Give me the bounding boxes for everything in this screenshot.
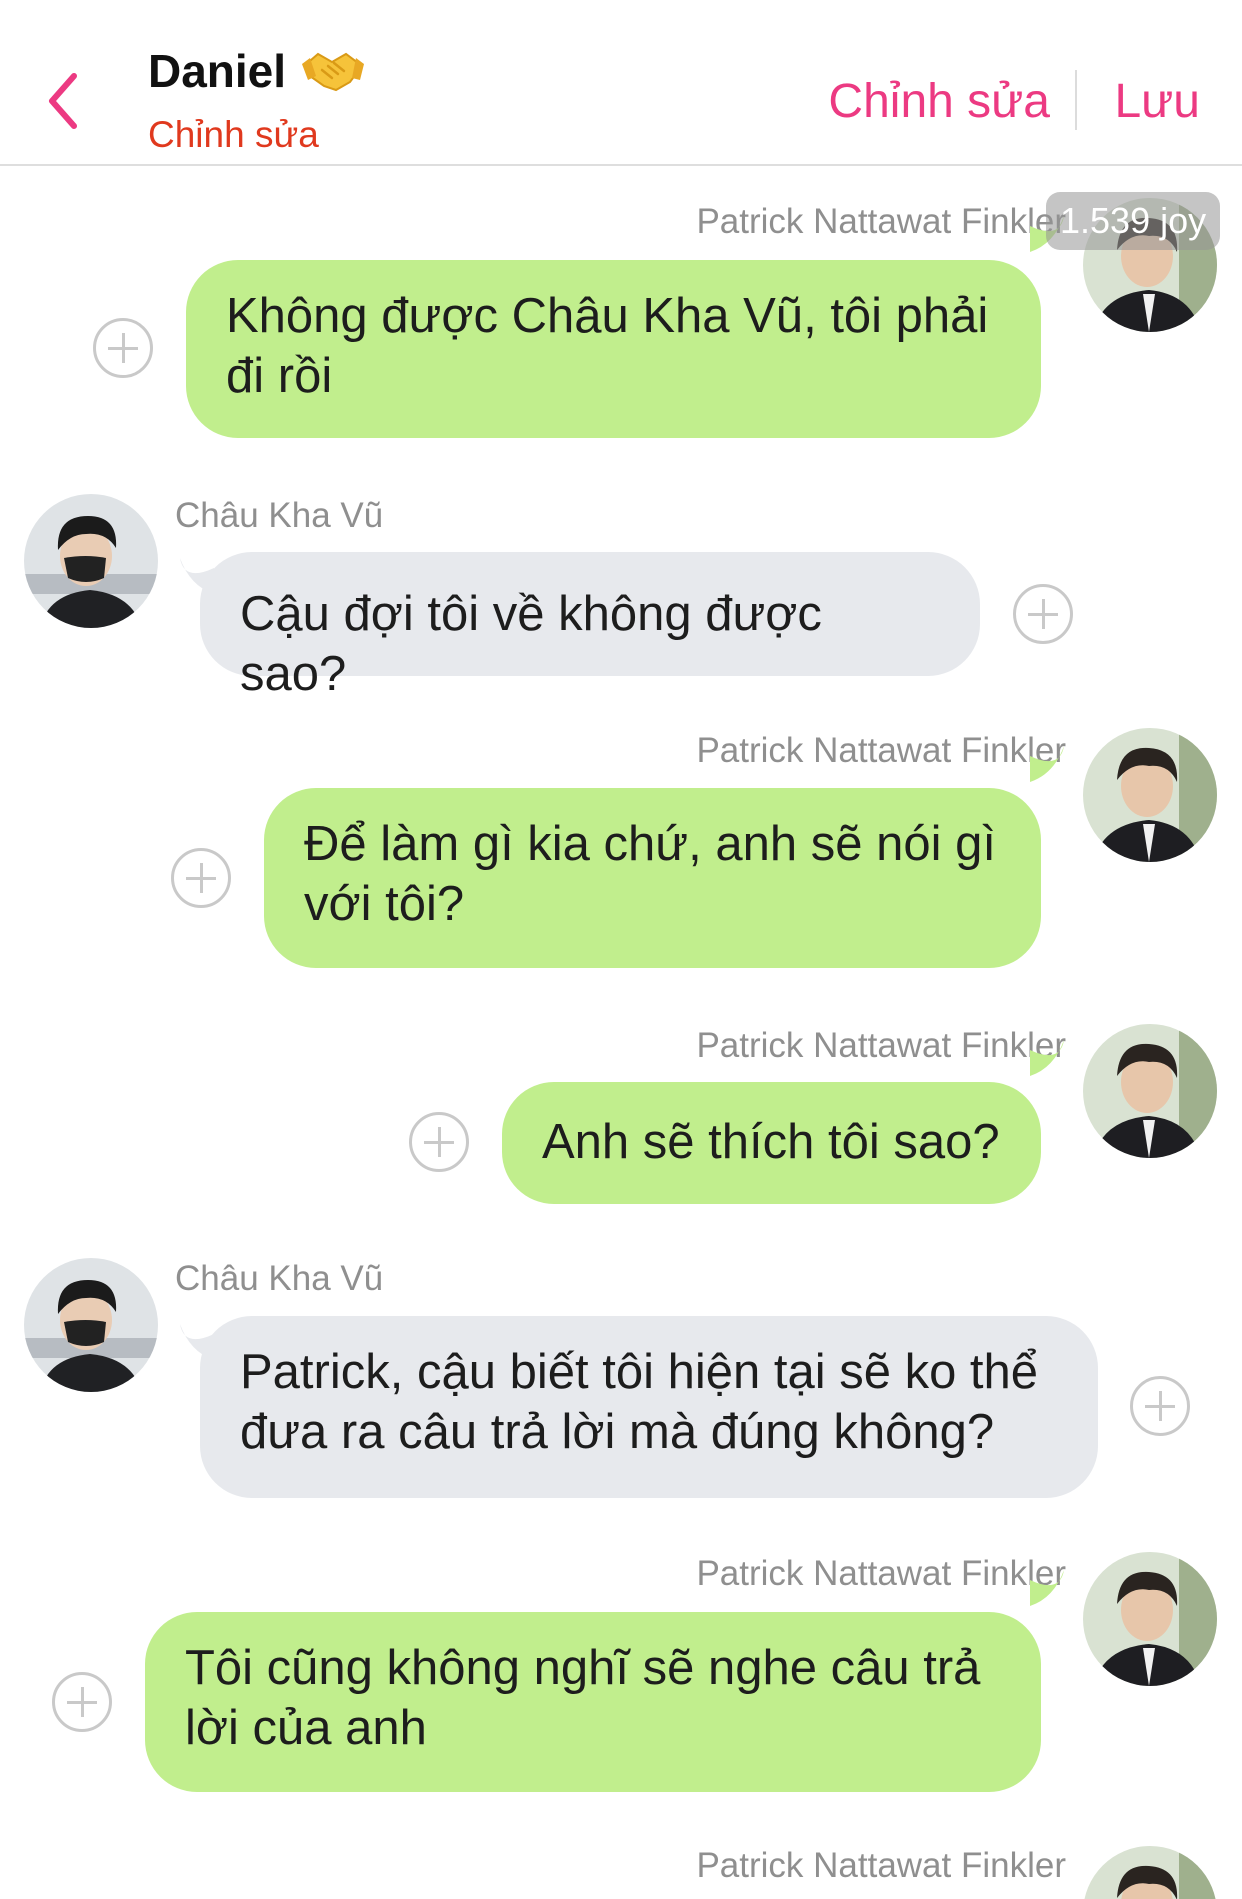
edit-button[interactable]: Chỉnh sửa	[828, 74, 1050, 129]
save-button[interactable]: Lưu	[1114, 74, 1200, 129]
avatar-chau-kha-vu[interactable]	[24, 494, 158, 628]
header-divider	[1075, 70, 1077, 130]
message-bubble-outgoing[interactable]: Tôi cũng không nghĩ sẽ nghe câu trả lời …	[145, 1612, 1041, 1792]
avatar-patrick[interactable]	[1083, 1552, 1217, 1686]
message-bubble-incoming[interactable]: Cậu đợi tôi về không được sao?	[200, 552, 980, 701]
handshake-emoji-icon	[302, 52, 365, 92]
add-reaction-plus-icon[interactable]	[93, 318, 153, 378]
sender-name: Patrick Nattawat Finkler	[696, 1026, 1066, 1065]
chat-title: Daniel	[148, 45, 287, 97]
bubble-tail	[1030, 746, 1068, 782]
chat-header: Daniel Chỉnh sửa Chỉnh sửa Lưu	[0, 0, 1242, 166]
add-reaction-plus-icon[interactable]	[409, 1112, 469, 1172]
sender-name: Patrick Nattawat Finkler	[696, 731, 1066, 770]
add-reaction-plus-icon[interactable]	[171, 848, 231, 908]
message-feed[interactable]: 1.539 joy Patrick Nattawat Finkler Không…	[0, 166, 1242, 1899]
message-bubble-outgoing[interactable]: Không được Châu Kha Vũ, tôi phải đi rồi	[186, 260, 1041, 438]
avatar-chau-kha-vu[interactable]	[24, 1258, 158, 1392]
add-reaction-plus-icon[interactable]	[52, 1672, 112, 1732]
message-bubble-outgoing[interactable]: Anh sẽ thích tôi sao?	[502, 1082, 1041, 1204]
bubble-tail	[1030, 1570, 1068, 1606]
add-reaction-plus-icon[interactable]	[1013, 584, 1073, 644]
back-chevron-icon[interactable]	[40, 66, 90, 136]
sender-name: Châu Kha Vũ	[175, 1259, 384, 1298]
message-bubble-outgoing[interactable]: Để làm gì kia chứ, anh sẽ nói gì với tôi…	[264, 788, 1041, 968]
add-reaction-plus-icon[interactable]	[1130, 1376, 1190, 1436]
title-row: Daniel	[148, 44, 366, 98]
avatar-patrick[interactable]	[1083, 728, 1217, 862]
message-bubble-incoming[interactable]: Patrick, cậu biết tôi hiện tại sẽ ko thể…	[200, 1316, 1098, 1498]
sender-name: Châu Kha Vũ	[175, 496, 384, 535]
sender-name: Patrick Nattawat Finkler	[696, 1846, 1066, 1885]
sender-name: Patrick Nattawat Finkler	[696, 202, 1066, 241]
avatar-patrick[interactable]	[1083, 1846, 1217, 1899]
bubble-tail	[1030, 1040, 1068, 1076]
avatar-patrick[interactable]	[1083, 1024, 1217, 1158]
sender-name: Patrick Nattawat Finkler	[696, 1554, 1066, 1593]
joy-badge: 1.539 joy	[1046, 192, 1221, 250]
chat-subtitle[interactable]: Chỉnh sửa	[148, 114, 319, 156]
